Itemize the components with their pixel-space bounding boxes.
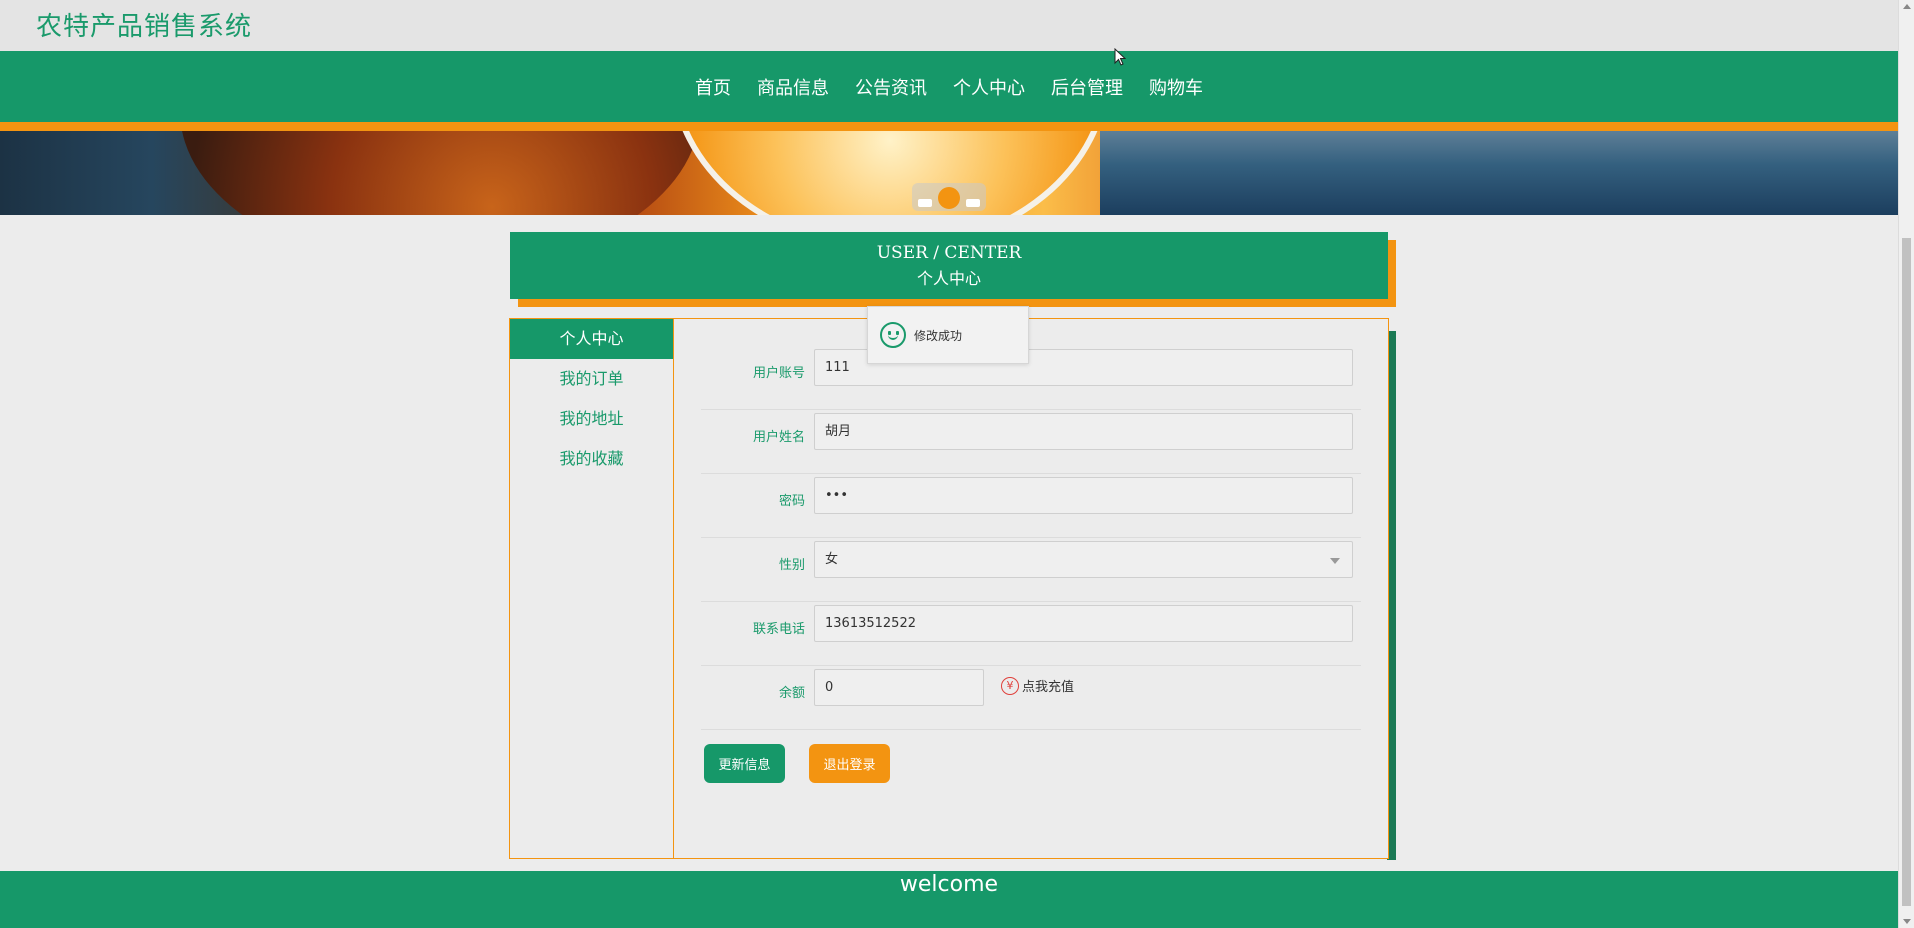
nav-item-admin[interactable]: 后台管理	[1038, 74, 1136, 100]
sidebar: 个人中心 我的订单 我的地址 我的收藏	[510, 319, 674, 858]
update-info-button[interactable]: 更新信息	[704, 744, 785, 783]
chevron-down-icon	[1330, 558, 1340, 564]
form-row-password: 密码 •••	[701, 474, 1361, 538]
header-title-en: USER / CENTER	[876, 243, 1022, 263]
site-title: 农特产品销售系统	[36, 12, 253, 42]
account-label: 用户账号	[752, 366, 805, 381]
form-row-gender: 性别 女	[701, 538, 1361, 602]
balance-field[interactable]: 0	[814, 669, 984, 706]
slider-indicator	[912, 183, 986, 211]
form-row-phone: 联系电话 13613512522	[701, 602, 1361, 666]
nav-items: 首页 商品信息 公告资讯 个人中心 后台管理 购物车	[0, 51, 1898, 122]
main-nav: 首页 商品信息 公告资讯 个人中心 后台管理 购物车	[0, 51, 1898, 131]
nav-item-news[interactable]: 公告资讯	[842, 74, 940, 100]
gender-label: 性别	[778, 558, 805, 573]
slider-dot-3[interactable]	[966, 199, 980, 207]
form-actions: 更新信息 退出登录	[701, 730, 1361, 800]
form-row-name: 用户姓名 胡月	[701, 410, 1361, 474]
banner-orange-slice	[670, 131, 1110, 215]
scroll-thumb[interactable]	[1902, 238, 1911, 906]
header-title-cn: 个人中心	[916, 269, 981, 288]
password-field[interactable]: •••	[814, 477, 1353, 514]
top-bar: 农特产品销售系统	[0, 0, 1898, 51]
password-label: 密码	[778, 494, 805, 509]
footer: welcome	[0, 871, 1898, 928]
gender-select[interactable]: 女	[814, 541, 1353, 578]
phone-label: 联系电话	[752, 622, 805, 637]
phone-field[interactable]: 13613512522	[814, 605, 1353, 642]
user-center-header: USER / CENTER 个人中心	[510, 232, 1388, 299]
form-row-balance: 余额 0 ¥ 点我充值	[701, 666, 1361, 730]
recharge-label: 点我充值	[1022, 680, 1075, 695]
success-toast: 修改成功	[867, 306, 1029, 364]
name-label: 用户姓名	[752, 430, 805, 445]
form-row-account: 用户账号 111	[701, 346, 1361, 410]
sidebar-item-addresses[interactable]: 我的地址	[510, 399, 673, 439]
sidebar-item-user-center[interactable]: 个人中心	[510, 319, 673, 359]
balance-label: 余额	[778, 686, 805, 701]
scroll-down-icon[interactable]	[1903, 919, 1911, 924]
toast-message: 修改成功	[914, 328, 963, 343]
nav-item-home[interactable]: 首页	[682, 74, 744, 100]
sidebar-item-orders[interactable]: 我的订单	[510, 359, 673, 399]
name-field[interactable]: 胡月	[814, 413, 1353, 450]
nav-item-user-center[interactable]: 个人中心	[940, 74, 1038, 100]
sidebar-item-favorites[interactable]: 我的收藏	[510, 439, 673, 479]
recharge-link[interactable]: ¥ 点我充值	[1001, 676, 1074, 695]
yen-icon: ¥	[1001, 676, 1019, 695]
page-scrollbar[interactable]	[1898, 0, 1914, 928]
footer-text: welcome	[899, 872, 999, 897]
gender-value: 女	[825, 552, 839, 567]
banner-sea	[1100, 131, 1898, 215]
smile-icon	[880, 322, 906, 348]
user-center-panel: 个人中心 我的订单 我的地址 我的收藏 用户账号 111 用户姓名 胡月 密码 …	[509, 318, 1389, 859]
nav-item-products[interactable]: 商品信息	[744, 74, 842, 100]
nav-item-cart[interactable]: 购物车	[1136, 74, 1216, 100]
slider-dot-active[interactable]	[938, 187, 960, 209]
profile-form: 用户账号 111 用户姓名 胡月 密码 ••• 性别 女 联系电话 136135…	[701, 346, 1361, 800]
slider-dot-1[interactable]	[918, 199, 932, 207]
banner-orange-dark	[180, 131, 700, 215]
scroll-up-icon[interactable]	[1903, 4, 1911, 9]
logout-button[interactable]: 退出登录	[809, 744, 890, 783]
